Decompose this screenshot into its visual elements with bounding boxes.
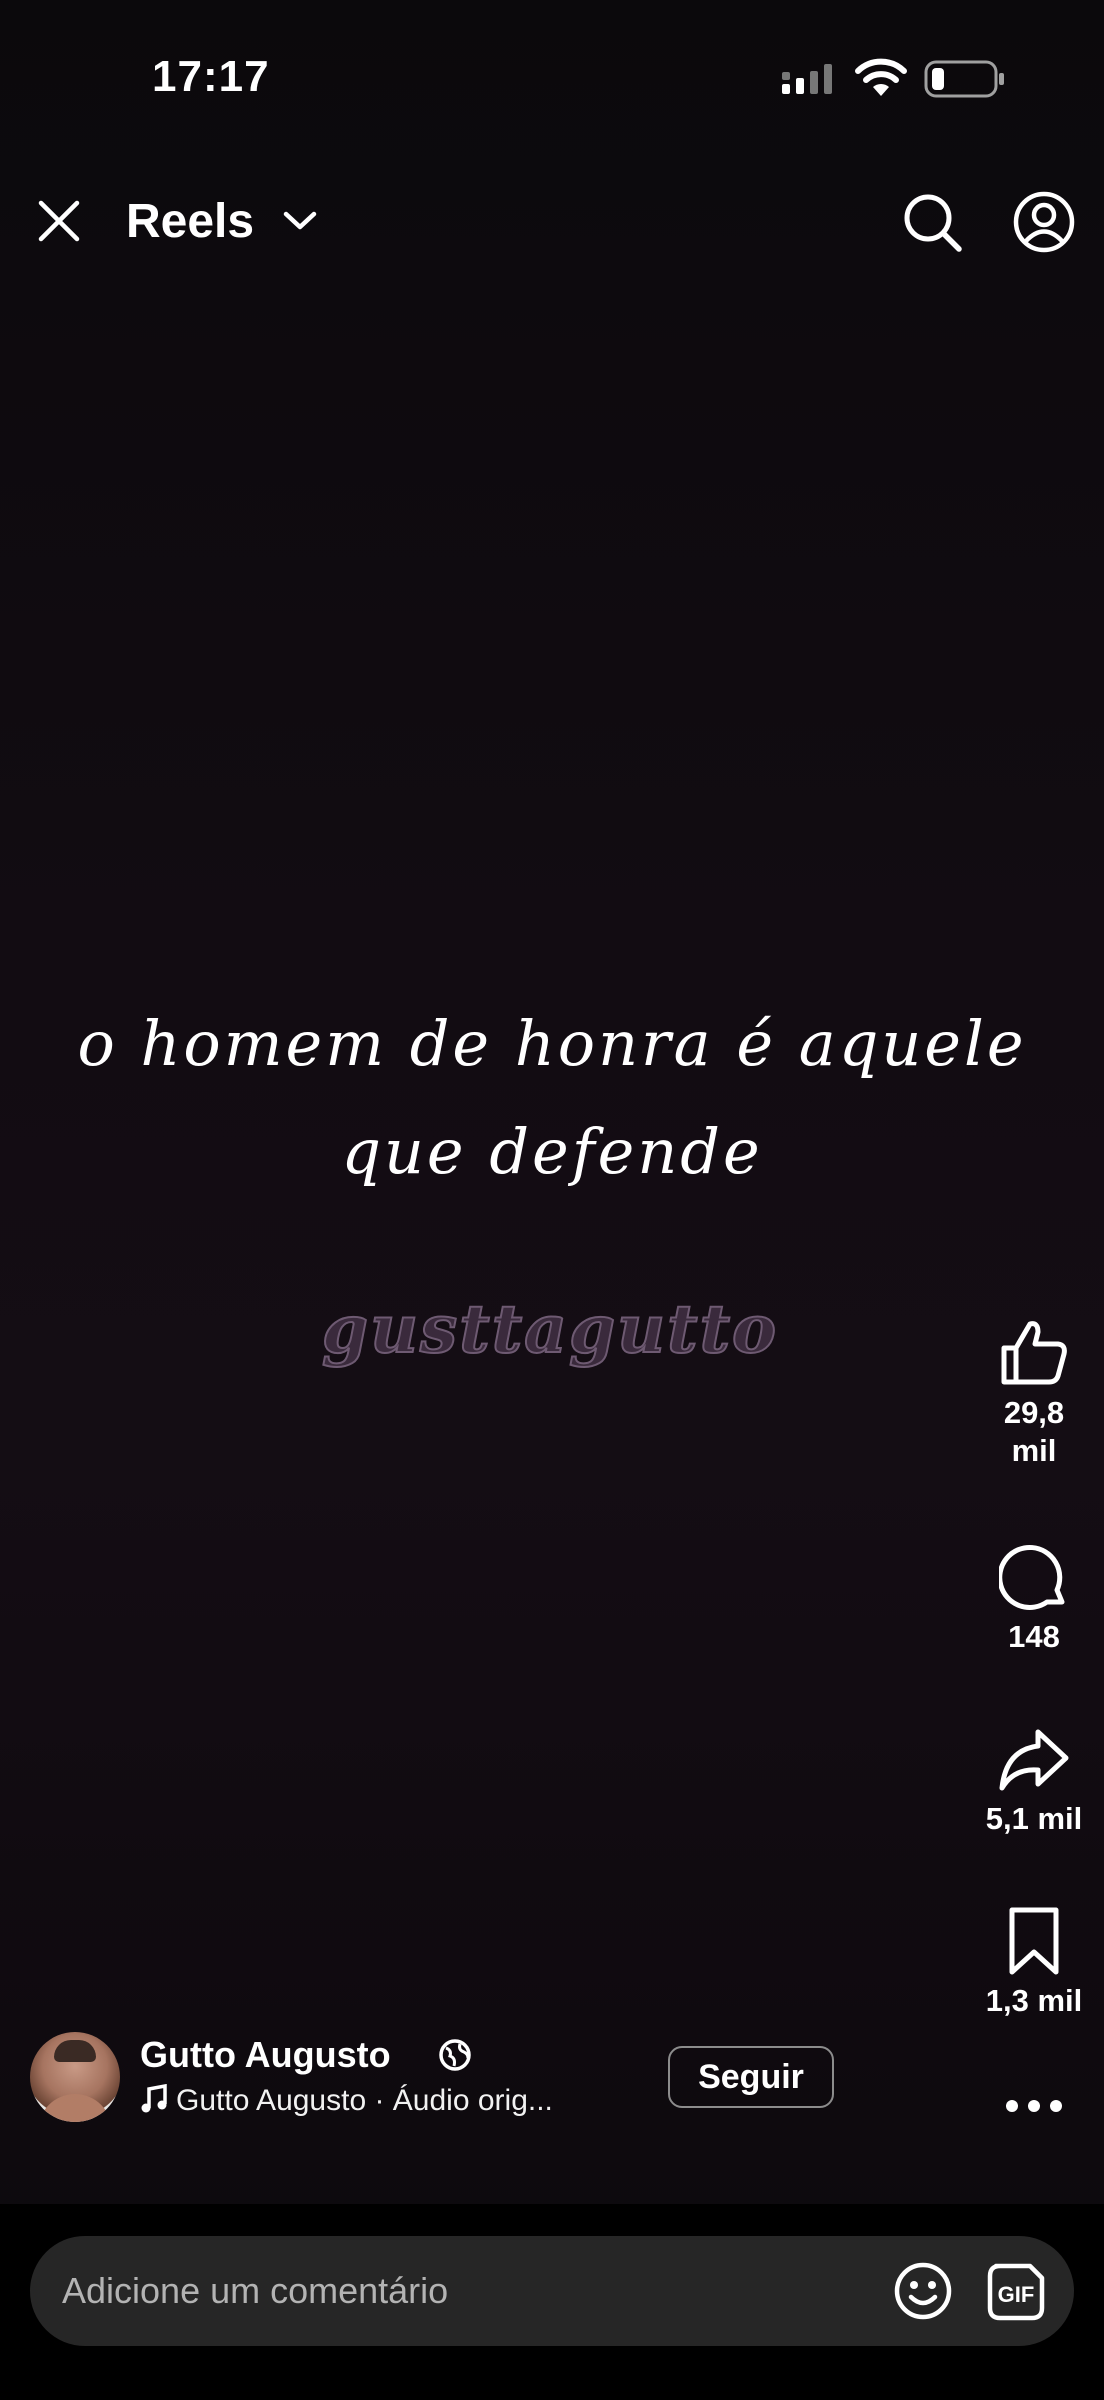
profile-icon[interactable] xyxy=(1012,190,1076,254)
battery-icon xyxy=(924,60,1004,98)
signal-icon xyxy=(782,64,832,94)
page-title[interactable]: Reels xyxy=(126,194,254,249)
save-count: 1,3 mil xyxy=(985,1983,1083,2018)
reels-header: Reels xyxy=(0,180,1104,260)
audio-label: Gutto Augusto · Áudio orig... xyxy=(176,2084,553,2117)
comment-button[interactable]: 148 xyxy=(964,1542,1104,1656)
emoji-icon[interactable] xyxy=(892,2260,954,2322)
video-watermark: gusttagutto xyxy=(321,1289,779,1369)
like-count: 29,8 mil xyxy=(964,1394,1104,1470)
avatar-body xyxy=(38,2094,112,2122)
comment-count: 148 xyxy=(1008,1619,1060,1654)
video-caption: o homem de honra é aquele que defende xyxy=(60,990,1044,1206)
caption-line: o homem de honra é aquele xyxy=(77,1007,1027,1080)
more-icon[interactable] xyxy=(1004,2094,1064,2118)
status-bar: 17:17 xyxy=(0,0,1104,160)
avatar-hair xyxy=(54,2040,96,2062)
comment-placeholder: Adicione um comentário xyxy=(62,2270,449,2311)
reels-screen: 17:17 Reels o homem de honra é aquele qu… xyxy=(0,0,1104,2400)
like-icon xyxy=(1001,1321,1067,1385)
wifi-icon xyxy=(855,58,907,96)
share-count: 5,1 mil xyxy=(985,1801,1083,1836)
comment-icon xyxy=(999,1544,1065,1610)
globe-icon xyxy=(439,2039,471,2071)
share-icon xyxy=(999,1729,1069,1791)
like-count-number: 29,8 xyxy=(1003,1395,1065,1430)
search-icon[interactable] xyxy=(902,192,964,254)
music-note-icon xyxy=(141,2084,167,2113)
gif-icon[interactable]: GIF xyxy=(986,2262,1046,2322)
like-button[interactable]: 29,8 mil xyxy=(964,1318,1104,1470)
save-button[interactable]: 1,3 mil xyxy=(964,1906,1104,2020)
follow-button[interactable]: Seguir xyxy=(668,2046,834,2108)
comment-bar: Adicione um comentário GIF xyxy=(0,2204,1104,2400)
close-icon[interactable] xyxy=(36,198,82,244)
avatar[interactable] xyxy=(30,2032,120,2122)
gif-label: GIF xyxy=(998,2282,1035,2307)
caption-line: que defende xyxy=(341,1115,763,1188)
status-time: 17:17 xyxy=(152,52,270,101)
share-button[interactable]: 5,1 mil xyxy=(964,1726,1104,1838)
bookmark-icon xyxy=(1009,1907,1059,1975)
author-name[interactable]: Gutto Augusto xyxy=(140,2034,391,2076)
comment-input[interactable]: Adicione um comentário GIF xyxy=(30,2236,1074,2346)
audio-info[interactable]: Gutto Augusto · Áudio orig... xyxy=(140,2084,553,2118)
chevron-down-icon[interactable] xyxy=(282,210,318,232)
like-count-unit: mil xyxy=(1011,1433,1057,1468)
